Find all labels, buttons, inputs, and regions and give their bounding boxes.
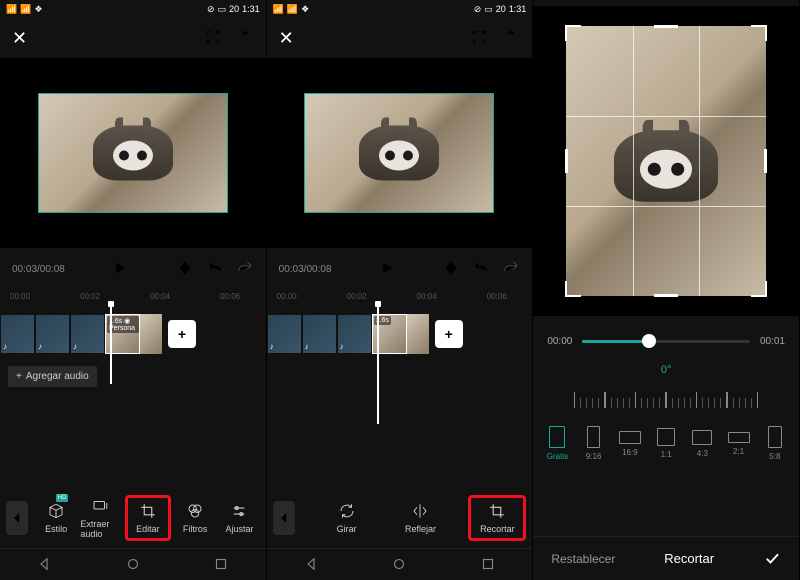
play-button[interactable] [378, 259, 396, 279]
edit-toolbar: Girar Reflejar Recortar [267, 488, 533, 548]
ratio-1-1[interactable]: 1:1 [652, 428, 680, 459]
play-button[interactable] [111, 259, 129, 279]
ratio-16-9[interactable]: 16:9 [616, 431, 644, 457]
crop-title: Recortar [664, 551, 714, 566]
playback-controls: 00:03/00:08 [0, 254, 266, 284]
aspect-ratio-row: Gratis 9:16 16:9 1:1 4:3 2:1 5:8 [533, 416, 799, 471]
android-nav-bar [0, 548, 266, 580]
keyframe-icon[interactable] [176, 259, 194, 279]
battery-icon: ▭ [218, 4, 227, 15]
top-action-bar: ✕ [0, 18, 266, 58]
add-clip-button[interactable]: + [168, 320, 196, 348]
crop-handle-right[interactable] [764, 149, 767, 173]
crop-grid[interactable] [566, 26, 766, 296]
crop-handle-left[interactable] [565, 149, 568, 173]
clip-thumb [0, 314, 35, 354]
time-slider: 00:00 00:01 [533, 326, 799, 356]
time-display: 00:03/00:08 [279, 264, 332, 275]
timeline-ruler: 00:0000:0200:0400:06 [0, 288, 266, 304]
crop-handle-top[interactable] [654, 25, 678, 28]
tool-filtros[interactable]: Filtros [175, 498, 215, 538]
timeline-ruler: 00:0000:0200:0400:06 [267, 288, 533, 304]
nav-recent-icon[interactable] [212, 555, 230, 575]
ratio-2-1[interactable]: 2:1 [724, 432, 752, 456]
hd-badge: HD [56, 494, 69, 502]
ratio-5-8[interactable]: 5:8 [761, 426, 789, 461]
undo-icon[interactable] [472, 259, 490, 279]
editor-screen-edit-tools: 📶📶❖ ⊘▭201:31 ✕ 00:03/00:08 00:0000:0200:… [267, 0, 534, 580]
video-preview[interactable] [267, 58, 533, 248]
top-action-bar: ✕ [267, 18, 533, 58]
playhead[interactable] [377, 304, 379, 424]
angle-value: 0° [533, 364, 799, 376]
tool-reflejar[interactable]: Reflejar [395, 498, 447, 538]
ratio-9-16[interactable]: 9:16 [580, 426, 608, 461]
tool-estilo[interactable]: HD Estilo [36, 498, 76, 538]
clip-track[interactable]: 1.6s + [267, 312, 533, 356]
fullscreen-icon[interactable] [470, 28, 488, 49]
reset-button[interactable]: Restablecer [551, 552, 615, 566]
video-preview[interactable] [0, 58, 266, 248]
redo-icon [236, 259, 254, 279]
angle-ruler[interactable] [533, 380, 799, 408]
audio-track: + Agregar audio [0, 362, 266, 390]
keyframe-icon[interactable] [442, 259, 460, 279]
back-button[interactable] [273, 501, 295, 535]
dnd-icon: ⊘ [207, 4, 215, 15]
crop-handle-bottom[interactable] [654, 294, 678, 297]
nav-home-icon[interactable] [124, 555, 142, 575]
status-bar: 📶📶❖ ⊘▭201:31 [267, 0, 533, 18]
ratio-4-3[interactable]: 4:3 [688, 430, 716, 458]
crop-preview[interactable] [533, 6, 799, 316]
clip-thumb [302, 314, 337, 354]
playhead[interactable] [110, 304, 112, 384]
crop-handle-bl[interactable] [565, 281, 581, 297]
editor-screen-main: 📶📶❖ ⊘▭201:31 ✕ 00:03/00:08 00:0000:0200:… [0, 0, 267, 580]
clip-thumb [407, 314, 429, 354]
nav-recent-icon[interactable] [479, 555, 497, 575]
redo-icon [502, 259, 520, 279]
clip-thumb [35, 314, 70, 354]
tool-girar[interactable]: Girar [321, 498, 373, 538]
crop-bottom-bar: Restablecer Recortar [533, 536, 799, 580]
undo-icon[interactable] [206, 259, 224, 279]
clip-thumb [70, 314, 105, 354]
wifi-icon: 📶 [6, 4, 17, 15]
add-clip-button[interactable]: + [435, 320, 463, 348]
playback-controls: 00:03/00:08 [267, 254, 533, 284]
nav-back-icon[interactable] [302, 555, 320, 575]
main-toolbar: HD Estilo Extraer audio Editar Filtros A… [0, 488, 266, 548]
crop-handle-tr[interactable] [751, 25, 767, 41]
slider-knob[interactable] [642, 334, 656, 348]
clip-thumb [140, 314, 162, 354]
add-audio-button[interactable]: + Agregar audio [8, 366, 97, 387]
fullscreen-icon[interactable] [204, 28, 222, 49]
export-icon[interactable] [236, 28, 254, 49]
crop-handle-tl[interactable] [565, 25, 581, 41]
tool-extraer-audio[interactable]: Extraer audio [80, 493, 120, 543]
close-icon[interactable]: ✕ [279, 28, 294, 49]
time-display: 00:03/00:08 [12, 264, 65, 275]
android-nav-bar [267, 548, 533, 580]
status-bar: 📶📶❖ ⊘▭201:31 [0, 0, 266, 18]
slider-track[interactable] [582, 340, 750, 343]
tool-recortar[interactable]: Recortar [468, 495, 526, 541]
crop-screen: 00:00 00:01 0° Gratis 9:16 16:9 1:1 4:3 … [533, 0, 800, 580]
clip-track[interactable]: 1.6s ◉ Persona + [0, 312, 266, 356]
confirm-button[interactable] [763, 549, 781, 569]
clip-thumb [337, 314, 372, 354]
nav-home-icon[interactable] [390, 555, 408, 575]
tool-ajustar[interactable]: Ajustar [219, 498, 259, 538]
nav-back-icon[interactable] [35, 555, 53, 575]
close-icon[interactable]: ✕ [12, 28, 27, 49]
back-button[interactable] [6, 501, 28, 535]
clip-thumb [267, 314, 302, 354]
export-icon[interactable] [502, 28, 520, 49]
crop-handle-br[interactable] [751, 281, 767, 297]
tool-editar[interactable]: Editar [125, 495, 171, 541]
ratio-gratis[interactable]: Gratis [543, 426, 571, 461]
